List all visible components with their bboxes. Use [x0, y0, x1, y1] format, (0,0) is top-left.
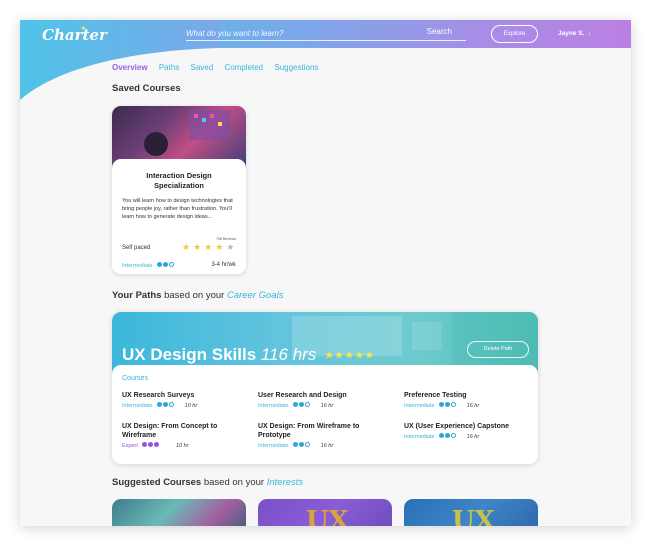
paths-heading-bold: Your Paths: [112, 290, 162, 301]
user-name: Jayne S.: [558, 30, 585, 37]
path-course-hours: 16 hr: [320, 442, 334, 449]
logo-text: Charter: [42, 26, 107, 44]
path-body: Courses UX Research Surveys Intermediate…: [112, 365, 538, 464]
path-card[interactable]: UX Design Skills 116 hrs ★★★★★ Delete Pa…: [112, 312, 538, 464]
course-level: Intermediate: [122, 262, 175, 269]
path-course-level: Intermediate: [122, 402, 153, 409]
star-icon: ★: [215, 242, 227, 252]
path-course-meta: Intermediate 10 hr: [122, 402, 252, 409]
level-label: Intermediate: [122, 262, 153, 269]
course-description: You will learn how to design technologie…: [122, 198, 233, 220]
path-hours: 116 hrs: [260, 345, 317, 364]
star-empty-icon: ★: [226, 242, 238, 252]
suggested-course-card[interactable]: [112, 499, 246, 526]
course-pace: Self paced: [122, 245, 151, 251]
ux-graphic: UX: [452, 506, 495, 526]
star-icon: ★: [193, 242, 205, 252]
path-course-item[interactable]: Preference Testing Intermediate 16 hr: [404, 391, 534, 409]
search-input[interactable]: [186, 27, 406, 40]
rating-stars: ★★★★★: [182, 242, 237, 253]
tab-paths[interactable]: Paths: [159, 63, 179, 72]
path-course-level: Intermediate: [258, 402, 289, 409]
app-frame: Charter ✦ Search Explore Jayne S. ↓ Over…: [20, 20, 631, 526]
path-course-name: UX Design: From Wireframe to Prototype: [258, 423, 360, 439]
path-course-level: Intermediate: [258, 442, 289, 449]
level-dots: [293, 402, 311, 409]
star-icon: ★: [335, 350, 346, 361]
star-icon: ★: [182, 242, 194, 252]
course-title[interactable]: Interaction Design Specialization: [122, 171, 236, 191]
path-course-meta: Intermediate 16 hr: [258, 442, 388, 449]
path-course-item[interactable]: UX Research Surveys Intermediate 10 hr: [122, 391, 252, 409]
level-dots: [439, 433, 457, 440]
path-course-meta: Intermediate 16 hr: [258, 402, 388, 409]
path-course-item[interactable]: User Research and Design Intermediate 16…: [258, 391, 388, 409]
path-course-item[interactable]: UX (User Experience) Capstone Intermedia…: [404, 422, 534, 440]
path-course-item[interactable]: UX Design: From Concept to Wireframe Exp…: [122, 422, 252, 449]
explore-button[interactable]: Explore: [491, 25, 538, 43]
path-course-name: Preference Testing: [404, 392, 467, 399]
suggested-heading: Suggested Courses based on your Interest…: [112, 477, 303, 488]
path-course-meta: Expert 10 hr: [122, 442, 252, 449]
path-course-hours: 16 hr: [466, 433, 480, 440]
search-bar: Search: [186, 27, 466, 41]
review-count: 738 Reviews: [215, 237, 236, 241]
path-course-hours: 10 hr: [184, 402, 198, 409]
path-rating-stars: ★★★★★: [325, 350, 375, 360]
sparkle-icon: ✦: [80, 24, 87, 33]
path-course-hours: 16 hr: [466, 402, 480, 409]
saved-courses-heading: Saved Courses: [112, 83, 181, 94]
suggested-course-card[interactable]: UX: [258, 499, 392, 526]
user-menu[interactable]: Jayne S. ↓: [558, 30, 591, 37]
path-course-item[interactable]: UX Design: From Wireframe to Prototype I…: [258, 422, 388, 449]
star-icon: ★: [355, 350, 366, 361]
level-dots: [157, 262, 175, 269]
path-course-meta: Intermediate 16 hr: [404, 433, 534, 440]
charter-logo[interactable]: Charter: [42, 26, 107, 44]
path-name: UX Design Skills: [122, 345, 257, 364]
star-icon: ★: [365, 350, 376, 361]
path-course-level: Expert: [122, 442, 138, 449]
paths-heading-normal: based on your: [161, 290, 227, 301]
star-icon: ★: [345, 350, 356, 361]
path-course-hours: 16 hr: [320, 402, 334, 409]
chevron-down-icon: ↓: [586, 30, 592, 37]
level-dots: [293, 442, 311, 449]
suggested-heading-bold: Suggested Courses: [112, 477, 202, 488]
suggested-course-card[interactable]: UX: [404, 499, 538, 526]
ux-graphic: UX: [306, 506, 349, 526]
path-course-level: Intermediate: [404, 402, 435, 409]
path-course-hours: 10 hr: [175, 442, 189, 449]
path-course-name: UX Research Surveys: [122, 392, 195, 399]
path-course-name: UX (User Experience) Capstone: [404, 423, 510, 430]
path-course-meta: Intermediate 16 hr: [404, 402, 534, 409]
tab-completed[interactable]: Completed: [224, 63, 263, 72]
level-dots: [142, 442, 160, 449]
courses-label: Courses: [122, 375, 149, 382]
path-course-name: User Research and Design: [258, 392, 347, 399]
tab-bar: Overview Paths Saved Completed Suggestio…: [112, 63, 327, 72]
path-course-level: Intermediate: [404, 433, 435, 440]
career-goals-link[interactable]: Career Goals: [227, 290, 284, 301]
level-dots: [439, 402, 457, 409]
interests-link[interactable]: Interests: [267, 477, 303, 488]
search-button[interactable]: Search: [427, 27, 452, 36]
suggested-heading-normal: based on your: [201, 477, 267, 488]
tab-saved[interactable]: Saved: [191, 63, 214, 72]
paths-heading: Your Paths based on your Career Goals: [112, 290, 283, 301]
path-title: UX Design Skills 116 hrs ★★★★★: [122, 345, 375, 365]
course-card-body: Interaction Design Specialization You wi…: [112, 159, 246, 274]
saved-course-card[interactable]: Interaction Design Specialization You wi…: [112, 106, 246, 274]
tab-suggestions[interactable]: Suggestions: [274, 63, 318, 72]
path-course-name: UX Design: From Concept to Wireframe: [122, 423, 218, 439]
star-icon: ★: [204, 242, 216, 252]
delete-path-button[interactable]: Delete Path: [467, 341, 529, 358]
star-icon: ★: [325, 350, 336, 361]
course-hours: 3-4 hr/wk: [211, 262, 236, 268]
tab-overview[interactable]: Overview: [112, 63, 148, 72]
level-dots: [157, 402, 175, 409]
